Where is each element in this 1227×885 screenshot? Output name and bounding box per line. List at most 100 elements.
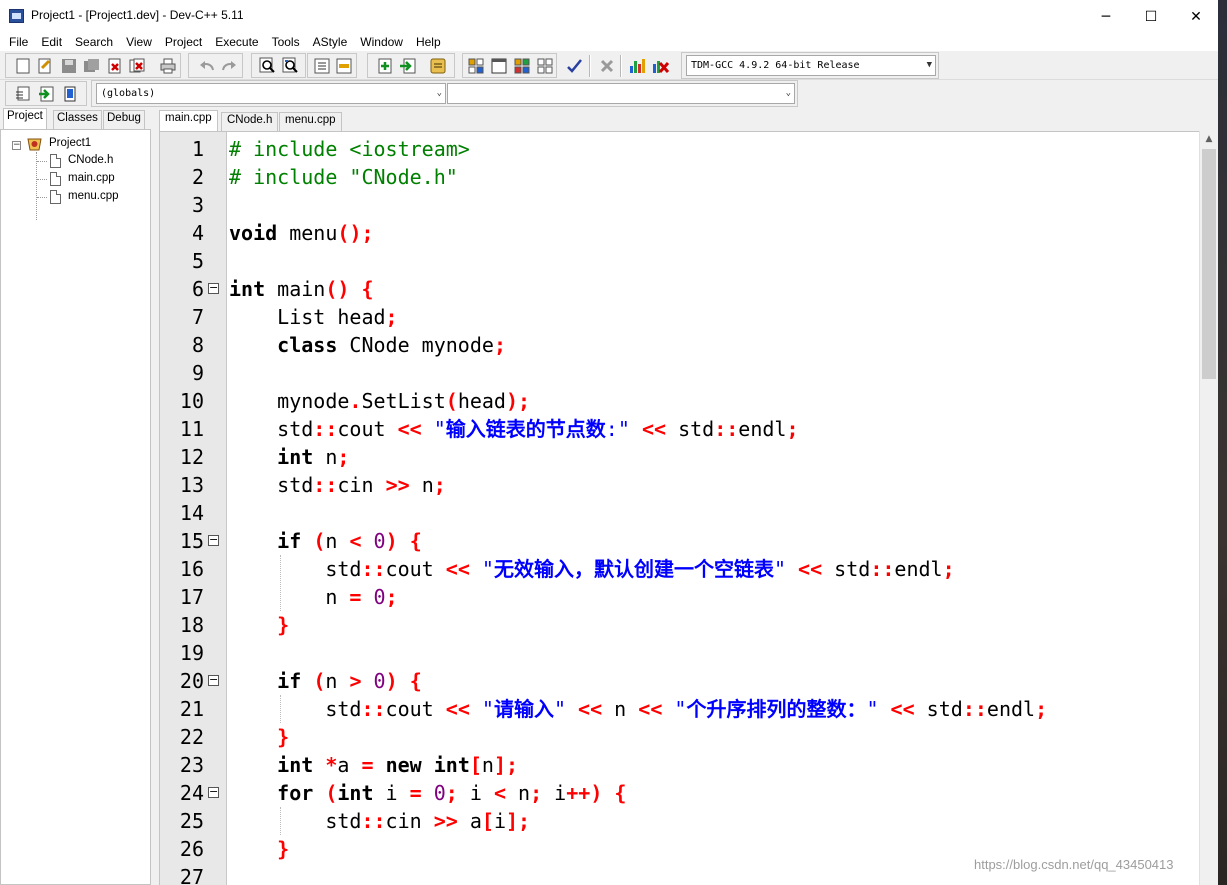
add-to-project-icon[interactable]: [376, 57, 393, 74]
tree-line: [37, 179, 47, 180]
fold-collapse-icon[interactable]: −: [208, 282, 219, 294]
line-number: 24: [179, 781, 204, 805]
code-line[interactable]: void menu();: [229, 219, 374, 247]
code-line[interactable]: }: [229, 611, 289, 639]
menu-edit[interactable]: Edit: [41, 33, 62, 51]
app-icon: [9, 9, 24, 23]
code-line[interactable]: std::cout << "无效输入，默认创建一个空链表" << std::en…: [229, 555, 954, 583]
delete-profile-icon[interactable]: [652, 57, 669, 74]
stop-execution-icon[interactable]: [598, 57, 615, 74]
save-all-icon[interactable]: [83, 57, 100, 74]
menu-window[interactable]: Window: [360, 33, 403, 51]
syntax-check-icon[interactable]: [566, 57, 583, 74]
compile-run-icon[interactable]: [513, 57, 530, 74]
code-line[interactable]: for (int i = 0; i < n; i++) {: [229, 779, 626, 807]
menu-execute[interactable]: Execute: [215, 33, 258, 51]
open-file-icon[interactable]: [36, 57, 53, 74]
code-line[interactable]: std::cout << "请输入" << n << "个升序排列的整数：" <…: [229, 695, 1047, 723]
menu-bar: File Edit Search View Project Execute To…: [0, 33, 1218, 51]
menu-tools[interactable]: Tools: [272, 33, 300, 51]
tree-line: [36, 152, 37, 220]
maximize-button[interactable]: ☐: [1128, 0, 1174, 33]
function-select[interactable]: ⌄: [447, 83, 795, 104]
project-options-icon[interactable]: [429, 57, 446, 74]
tree-file-menu-cpp[interactable]: menu.cpp: [68, 190, 119, 202]
insert-code-icon[interactable]: [14, 85, 31, 102]
code-line[interactable]: int main() {: [229, 275, 374, 303]
minimize-button[interactable]: ─: [1083, 0, 1129, 33]
code-line[interactable]: if (n > 0) {: [229, 667, 422, 695]
tab-cnode-h[interactable]: CNode.h: [221, 112, 279, 131]
tab-project[interactable]: Project: [3, 108, 47, 129]
menu-project[interactable]: Project: [165, 33, 202, 51]
scope-select[interactable]: (globals) ⌄: [96, 83, 446, 104]
code-line[interactable]: int n;: [229, 443, 349, 471]
editor-tabs: main.cpp CNode.h menu.cpp: [159, 110, 1218, 131]
code-line[interactable]: std::cin >> a[i];: [229, 807, 530, 835]
code-line[interactable]: if (n < 0) {: [229, 527, 422, 555]
code-line[interactable]: }: [229, 723, 289, 751]
project-node[interactable]: Project1: [49, 137, 91, 149]
profile-chart-icon[interactable]: [629, 57, 646, 74]
code-line[interactable]: std::cout << "输入链表的节点数:" << std::endl;: [229, 415, 798, 443]
tab-menu-cpp[interactable]: menu.cpp: [279, 112, 342, 131]
new-file-icon[interactable]: [14, 57, 31, 74]
code-line[interactable]: class CNode mynode;: [229, 331, 506, 359]
menu-view[interactable]: View: [126, 33, 152, 51]
run-icon[interactable]: [490, 57, 507, 74]
compile-icon[interactable]: [467, 57, 484, 74]
code-line[interactable]: mynode.SetList(head);: [229, 387, 530, 415]
tab-classes[interactable]: Classes: [53, 110, 102, 129]
undo-icon[interactable]: [198, 57, 215, 74]
code-line[interactable]: # include <iostream>: [229, 135, 470, 163]
code-line[interactable]: List head;: [229, 303, 397, 331]
tree-line: [37, 197, 47, 198]
find-icon[interactable]: [259, 57, 276, 74]
code-line[interactable]: int *a = new int[n];: [229, 751, 518, 779]
close-all-icon[interactable]: [129, 57, 146, 74]
rebuild-all-icon[interactable]: [536, 57, 553, 74]
menu-help[interactable]: Help: [416, 33, 441, 51]
panel-splitter[interactable]: [151, 108, 159, 885]
vertical-scrollbar[interactable]: ▲: [1199, 131, 1218, 885]
tree-file-cnode-h[interactable]: CNode.h: [68, 154, 113, 166]
line-number: 15: [179, 529, 204, 553]
goto-line-icon[interactable]: [313, 57, 330, 74]
collapse-icon[interactable]: −: [12, 141, 21, 150]
code-line[interactable]: std::cin >> n;: [229, 471, 446, 499]
toggle-panel-icon[interactable]: [336, 57, 353, 74]
watermark: https://blog.csdn.net/qq_43450413: [974, 857, 1174, 872]
replace-icon[interactable]: [282, 57, 299, 74]
scroll-up-icon[interactable]: ▲: [1200, 131, 1218, 148]
print-icon[interactable]: [159, 57, 176, 74]
fold-collapse-icon[interactable]: −: [208, 674, 219, 686]
code-line[interactable]: n = 0;: [229, 583, 397, 611]
ide-window: Project1 - [Project1.dev] - Dev-C++ 5.11…: [0, 0, 1218, 885]
save-icon[interactable]: [60, 57, 77, 74]
redo-icon[interactable]: [221, 57, 238, 74]
tree-file-main-cpp[interactable]: main.cpp: [68, 172, 115, 184]
line-number: 3: [191, 193, 204, 217]
code-line[interactable]: }: [229, 835, 289, 863]
tab-main-cpp[interactable]: main.cpp: [159, 110, 218, 131]
line-number: 6: [191, 277, 204, 301]
close-file-icon[interactable]: [106, 57, 123, 74]
fold-collapse-icon[interactable]: −: [208, 786, 219, 798]
close-button[interactable]: ✕: [1173, 0, 1218, 33]
scrollbar-thumb[interactable]: [1202, 149, 1216, 379]
remove-from-project-icon[interactable]: [399, 57, 416, 74]
goto-bookmark-icon[interactable]: [61, 85, 78, 102]
compiler-select-value: TDM-GCC 4.9.2 64-bit Release: [691, 60, 860, 71]
menu-file[interactable]: File: [9, 33, 28, 51]
tab-debug[interactable]: Debug: [103, 110, 145, 129]
code-editor[interactable]: 1 # include <iostream> 2 # include "CNode.h…: [159, 131, 1218, 885]
menu-astyle[interactable]: AStyle: [313, 33, 348, 51]
menu-search[interactable]: Search: [75, 33, 113, 51]
toggle-bookmark-icon[interactable]: [37, 85, 54, 102]
line-number: 20: [179, 669, 204, 693]
code-line[interactable]: # include "CNode.h": [229, 163, 458, 191]
title-bar: Project1 - [Project1.dev] - Dev-C++ 5.11…: [0, 0, 1218, 33]
compiler-select[interactable]: TDM-GCC 4.9.2 64-bit Release ▼: [686, 55, 936, 76]
indent-guide: [280, 695, 281, 723]
fold-collapse-icon[interactable]: −: [208, 534, 219, 546]
